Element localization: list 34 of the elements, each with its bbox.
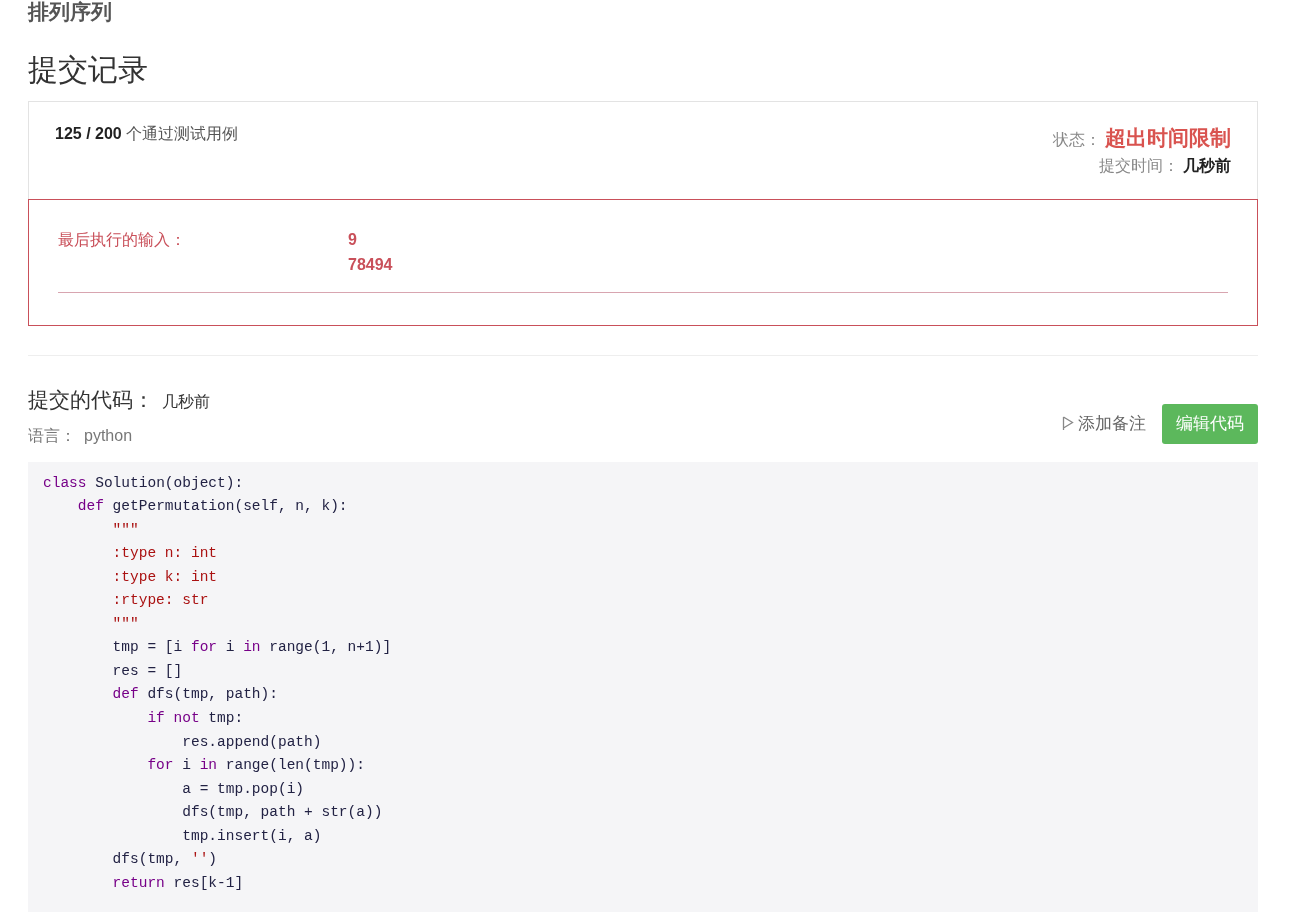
code-line: res = [] (111, 661, 183, 681)
code-line: tmp = [i for i in range(1, n+1)] (111, 638, 392, 658)
last-input-label: 最后执行的输入： (58, 230, 187, 250)
code-line: :type n: int (111, 544, 218, 564)
code-line: a = tmp.pop(i) (181, 779, 305, 799)
language-label: 语言： (28, 425, 76, 446)
code-line: tmp.insert(i, a) (181, 826, 322, 846)
input-value: 9 (348, 230, 358, 250)
code-line: """ (111, 614, 139, 634)
code-line: class Solution(object): (43, 473, 244, 493)
problem-title: 排列序列 (28, 0, 113, 25)
code-section-title: 提交的代码： (28, 387, 154, 413)
add-note-button[interactable]: 添加备注 (1062, 410, 1146, 437)
code-time: 几秒前 (162, 392, 210, 412)
submit-time-label: 提交时间： (1099, 155, 1179, 176)
status-text: 超出时间限制 (1105, 125, 1231, 151)
passed-count: 125 / 200 个通过测试用例 (55, 124, 239, 144)
code-line: :type k: int (111, 567, 218, 587)
input-value: 78494 (348, 255, 393, 275)
code-line: for i in range(len(tmp)): (146, 756, 365, 776)
page-title: 提交记录 (28, 52, 149, 88)
code-line: :rtype: str (111, 591, 209, 611)
flag-icon (1062, 416, 1074, 431)
code-line: dfs(tmp, '') (111, 850, 218, 870)
submit-time: 几秒前 (1183, 155, 1231, 176)
code-line: def getPermutation(self, n, k): (76, 497, 348, 517)
code-line: """ (111, 520, 139, 540)
code-line: def dfs(tmp, path): (111, 685, 278, 705)
code-line: res.append(path) (181, 732, 322, 752)
code-line: if not tmp: (146, 708, 244, 728)
code-line: return res[k-1] (111, 873, 244, 893)
language-value: python (84, 425, 133, 446)
code-line: dfs(tmp, path + str(a)) (181, 803, 383, 823)
status-label: 状态： (1053, 130, 1101, 150)
